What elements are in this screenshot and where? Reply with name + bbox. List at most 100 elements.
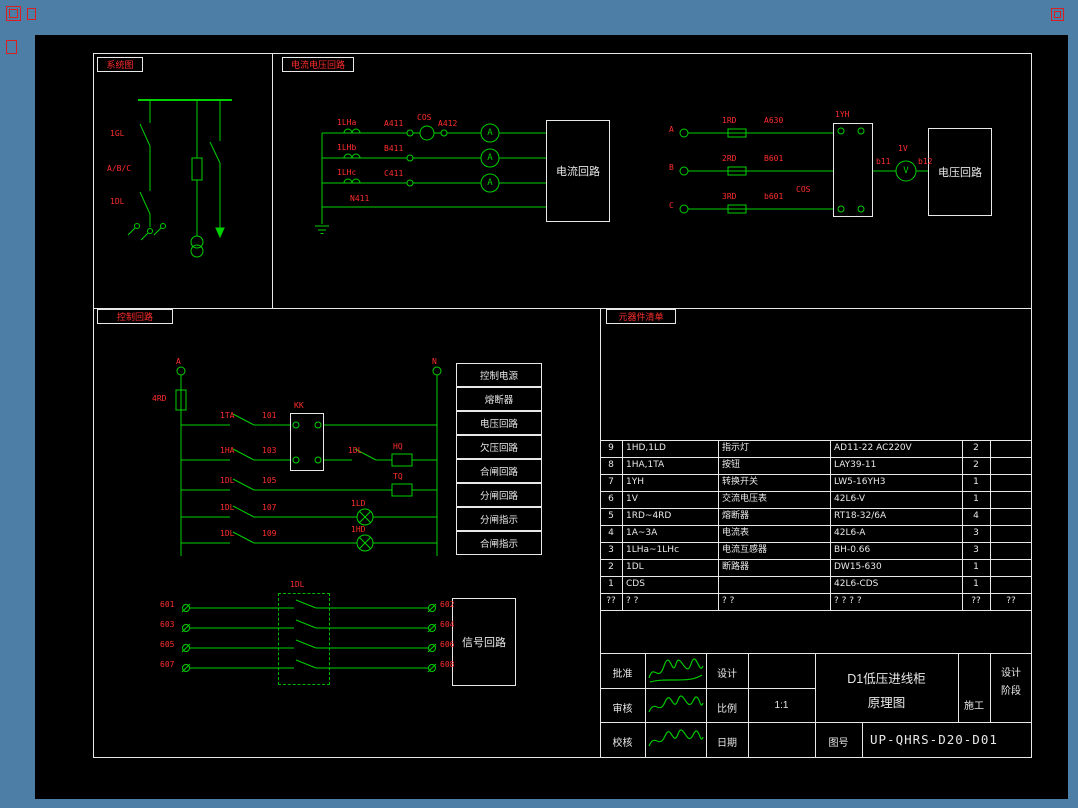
parts-cell xyxy=(990,440,1032,457)
stage-cell: 施工 xyxy=(964,701,984,712)
legend-item: 熔断器 xyxy=(456,387,542,411)
ammeter-letter: A xyxy=(487,128,493,138)
parts-cell: 2 xyxy=(608,562,614,572)
parts-cell: 按钮 xyxy=(722,460,741,470)
phase-label: A xyxy=(669,125,674,134)
parts-cell xyxy=(990,559,1032,576)
contact-label: 1DL xyxy=(220,503,235,512)
system-phases-label: A/B/C xyxy=(107,164,132,173)
parts-cell: 电流表 xyxy=(722,528,750,538)
contact-label: 1DL xyxy=(348,446,363,455)
terminal-number: 607 xyxy=(160,660,175,669)
phase-label: C xyxy=(669,201,674,210)
wire-label: B601 xyxy=(764,154,784,163)
parts-cell xyxy=(722,576,828,593)
check-label: 校核 xyxy=(612,738,633,749)
meter-tag: 1V xyxy=(898,144,908,153)
parts-cell xyxy=(990,457,1032,474)
terminal-number: 604 xyxy=(440,620,455,629)
voltmeter-letter: V xyxy=(903,166,909,176)
fuse-label: 3RD xyxy=(722,192,737,201)
ammeter-letter: A xyxy=(487,178,493,188)
parts-cell: 1A~3A xyxy=(626,528,658,538)
drawing-title-line2: 原理图 xyxy=(867,696,906,710)
wire-label: A412 xyxy=(438,119,458,128)
wire-label: b11 xyxy=(876,157,891,166)
parts-cell: 1 xyxy=(973,579,979,589)
terminal-number: 601 xyxy=(160,600,175,609)
parts-cell xyxy=(990,576,1032,593)
parts-cell: 3 xyxy=(973,545,979,555)
parts-cell: 熔断器 xyxy=(722,511,750,521)
wire-number: 107 xyxy=(262,503,277,512)
section-label-current-voltage: 电流电压回路 xyxy=(282,57,354,72)
parts-cell: 1 xyxy=(973,494,979,504)
wire-label: A630 xyxy=(764,116,784,125)
legend-item: 分闸指示 xyxy=(456,507,542,531)
drawing-title-line1: D1低压进线柜 xyxy=(847,672,926,686)
terminal-number: 608 xyxy=(440,660,455,669)
lamp-label: 1LD xyxy=(351,499,366,508)
legend-item: 合闸回路 xyxy=(456,459,542,483)
parts-cell: 4 xyxy=(973,511,979,521)
scale-label: 比例 xyxy=(717,704,737,715)
parts-cell: 42L6-A xyxy=(834,528,866,538)
contact-label: 1DL xyxy=(220,529,235,538)
ct-label: 1LHc xyxy=(337,168,357,177)
date-label: 日期 xyxy=(717,738,737,749)
wire-number: 101 xyxy=(262,411,277,420)
contact-label: 1DL xyxy=(220,476,235,485)
parts-cell: CDS xyxy=(626,579,645,589)
parts-cell: ?? xyxy=(971,596,981,606)
scale-value: 1:1 xyxy=(774,700,789,711)
approve-label: 批准 xyxy=(612,669,633,680)
system-switch-label: 1GL xyxy=(110,129,125,138)
parts-cell: 电流互感器 xyxy=(722,545,768,555)
parts-cell: 4 xyxy=(608,528,614,538)
voltage-loop-box: 电压回路 xyxy=(928,128,992,216)
cad-canvas: { "sections": { "system": "系统图", "curren… xyxy=(0,0,1078,808)
coil-label: HQ xyxy=(393,442,403,451)
cos-label: COS xyxy=(796,185,811,194)
parts-cell: ?? xyxy=(1006,596,1016,606)
corner-mark xyxy=(6,6,21,21)
parts-cell: 1RD~4RD xyxy=(626,511,672,521)
parts-cell: BH-0.66 xyxy=(834,545,871,555)
parts-cell: 42L6-V xyxy=(834,494,866,504)
parts-cell: RT18-32/6A xyxy=(834,511,887,521)
parts-cell: 6 xyxy=(608,494,614,504)
parts-cell: 2 xyxy=(973,443,979,453)
wire-number: 103 xyxy=(262,446,277,455)
cos-label: COS xyxy=(417,113,432,122)
bus-label: N xyxy=(432,357,437,366)
design-label: 设计 xyxy=(717,669,737,680)
terminal-number: 605 xyxy=(160,640,175,649)
parts-cell xyxy=(990,508,1032,525)
parts-cell: 1 xyxy=(973,477,979,487)
parts-cell: 1HA,1TA xyxy=(626,460,665,470)
terminal-number: 606 xyxy=(440,640,455,649)
relay-label: KK xyxy=(294,401,304,410)
parts-cell: ?? xyxy=(606,596,616,606)
parts-cell: 42L6-CDS xyxy=(834,579,879,589)
parts-cell: 3 xyxy=(608,545,614,555)
ct-label: 1LHa xyxy=(337,118,357,127)
parts-cell: 5 xyxy=(608,511,614,521)
parts-cell: 断路器 xyxy=(722,562,750,572)
wire-number: 105 xyxy=(262,476,277,485)
wire-label: b601 xyxy=(764,192,784,201)
fuse-label: 2RD xyxy=(722,154,737,163)
wire-label: B411 xyxy=(384,144,404,153)
drawing-no: UP-QHRS-D20-D01 xyxy=(870,732,998,747)
drawing-no-label: 图号 xyxy=(828,738,849,749)
voltage-switch-box xyxy=(833,123,873,217)
review-label: 审核 xyxy=(612,704,633,715)
legend-item: 电压回路 xyxy=(456,411,542,435)
parts-cell xyxy=(990,525,1032,542)
parts-cell: DW15-630 xyxy=(834,562,882,572)
breaker-aux-dashed-box xyxy=(278,593,330,685)
parts-cell: 8 xyxy=(608,460,614,470)
switch-label: 1YH xyxy=(835,110,850,119)
fuse-label: 1RD xyxy=(722,116,737,125)
phase-label: B xyxy=(669,163,674,172)
